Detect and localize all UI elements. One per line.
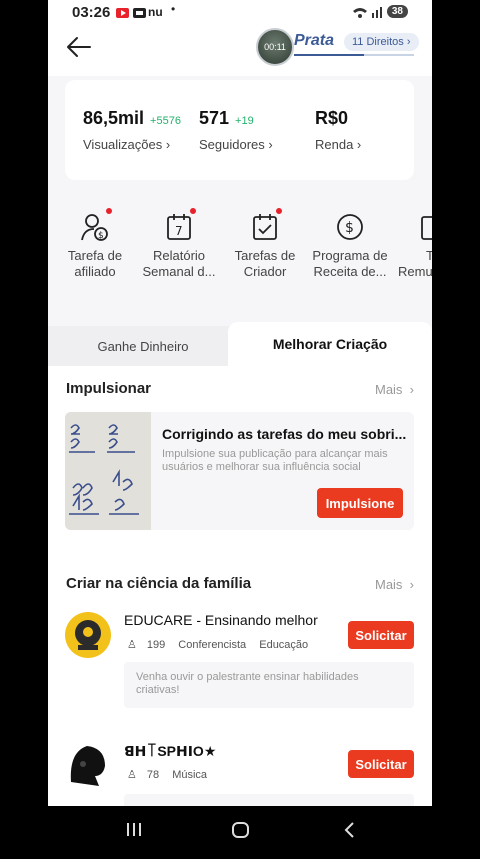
tier-label: Prata: [294, 32, 335, 49]
creator-description: [124, 794, 414, 806]
stat-label: Visualizações ›: [83, 137, 171, 152]
wifi-icon: [352, 6, 382, 18]
follower-count: 78: [146, 769, 160, 781]
tool-label: Remu: [398, 264, 432, 279]
tool-label: Relatório: [152, 248, 206, 263]
tab-earn-money[interactable]: Ganhe Dinheiro: [48, 326, 238, 366]
request-button[interactable]: Solicitar: [348, 621, 414, 649]
stats-card: 86,5mil +5576 Visualizações › 571 +19 Segu…: [65, 80, 414, 180]
tool-label: Tarefa de: [67, 248, 123, 263]
affiliate-icon: $: [80, 208, 112, 242]
avatar-time: 00:11: [264, 42, 286, 52]
more-label: Mais: [374, 577, 403, 592]
creator-tag: Conferencista: [178, 639, 247, 651]
stat-followers[interactable]: 571 +19 Seguidores ›: [199, 108, 273, 152]
back-icon[interactable]: [344, 822, 354, 838]
creator-card[interactable]: ꓭꓧ꓄SPꓧꓲO★ ♙ 78 Música Solicitar: [65, 742, 414, 806]
user-icon: ♙: [127, 769, 137, 781]
stat-delta: +5576: [150, 115, 181, 127]
system-nav-bar: [0, 806, 480, 854]
tool-remuneration[interactable]: Ta Remu: [388, 212, 432, 280]
battery-badge: 38: [386, 5, 408, 18]
status-bar: 03:26 nu • 38: [48, 0, 432, 26]
tool-label: Receita de...: [313, 264, 387, 279]
section-title: Impulsionar: [66, 380, 152, 397]
creator-name: EDUCARE - Ensinando melhor: [124, 612, 318, 628]
tool-weekly-report[interactable]: 7 Relatório Semanal d...: [134, 208, 224, 280]
tool-label: Ta: [426, 248, 432, 263]
stat-value: 571: [199, 108, 230, 128]
tool-revenue-program[interactable]: $ Programa de Receita de...: [305, 212, 395, 280]
svg-text:$: $: [345, 220, 354, 236]
carrier-label: nu: [148, 5, 163, 19]
boost-card-title: Corrigindo as tarefas do meu sobri...: [162, 426, 407, 442]
dollar-circle-icon: $: [335, 212, 365, 242]
dot-icon: •: [171, 2, 176, 16]
more-label: Mais: [374, 382, 403, 397]
avatar[interactable]: 00:11: [256, 28, 294, 66]
calendar-check-icon: [250, 208, 282, 242]
status-time: 03:26: [72, 4, 111, 21]
tool-creator-tasks[interactable]: Tarefas de Criador: [220, 208, 310, 280]
recent-apps-icon[interactable]: [127, 823, 141, 836]
section-title: Criar na ciência da família: [66, 575, 252, 592]
tab-improve-creation[interactable]: Melhorar Criação: [228, 322, 432, 366]
tool-label: afiliado: [74, 264, 116, 279]
avatar: [65, 742, 111, 788]
user-icon: ♙: [127, 639, 137, 651]
creator-tag: Educação: [259, 639, 309, 651]
more-link[interactable]: Mais ›: [375, 577, 414, 592]
tool-label: Tarefas de: [234, 248, 296, 263]
stat-delta: +19: [235, 115, 254, 127]
creator-card[interactable]: EDUCARE - Ensinando melhor ♙ 199 Conferen…: [65, 612, 414, 712]
app-screen: 03:26 nu • 38 00:11 Prata 11 Direitos › …: [48, 0, 432, 806]
creator-meta: ♙ 78 Música: [127, 768, 217, 781]
stat-label: Renda ›: [315, 137, 362, 152]
tool-label: Semanal d...: [142, 264, 216, 279]
svg-text:$: $: [98, 231, 104, 241]
tools-row: $ Tarefa de afiliado 7 Relatório Semanal…: [48, 200, 432, 310]
calendar-7-icon: 7: [164, 208, 196, 242]
follower-count: 199: [146, 639, 166, 651]
rights-label: 11 Direitos: [352, 36, 404, 48]
stat-label: Seguidores ›: [199, 137, 273, 152]
back-arrow-icon[interactable]: [64, 32, 94, 62]
tool-affiliate-task[interactable]: $ Tarefa de afiliado: [50, 208, 140, 280]
stat-income[interactable]: R$0 Renda ›: [315, 108, 361, 152]
video-thumbnail: [65, 412, 151, 530]
stat-views[interactable]: 86,5mil +5576 Visualizações ›: [83, 108, 181, 152]
boost-card-description: Impulsione sua publicação para alcançar …: [162, 448, 388, 473]
tool-label: Criador: [243, 264, 287, 279]
stat-value: 86,5mil: [83, 108, 145, 128]
boost-card[interactable]: Corrigindo as tarefas do meu sobri... Im…: [65, 412, 414, 530]
creator-name: ꓭꓧ꓄SPꓧꓲO★: [124, 743, 217, 759]
boost-button[interactable]: Impulsione: [317, 488, 403, 518]
avatar: [65, 612, 111, 658]
tool-label: Programa de: [312, 248, 388, 263]
svg-text:7: 7: [175, 224, 183, 238]
header: 00:11 Prata 11 Direitos ›: [48, 26, 432, 76]
request-button[interactable]: Solicitar: [348, 750, 414, 778]
task-icon: [420, 212, 432, 242]
stat-value: R$0: [315, 108, 349, 128]
creator-meta: ♙ 199 Conferencista Educação: [127, 638, 318, 651]
creator-tag: Música: [172, 769, 208, 781]
tab-bar: Ganhe Dinheiro Melhorar Criação: [48, 322, 432, 366]
home-icon[interactable]: [232, 822, 249, 838]
tab-content: Impulsionar Mais › Corrigindo as tarefas…: [48, 366, 432, 806]
rights-badge[interactable]: 11 Direitos ›: [344, 33, 419, 51]
creator-description: Venha ouvir o palestrante ensinar habili…: [124, 662, 414, 708]
more-link[interactable]: Mais ›: [375, 382, 414, 397]
tier-progress-bar: [294, 54, 414, 56]
